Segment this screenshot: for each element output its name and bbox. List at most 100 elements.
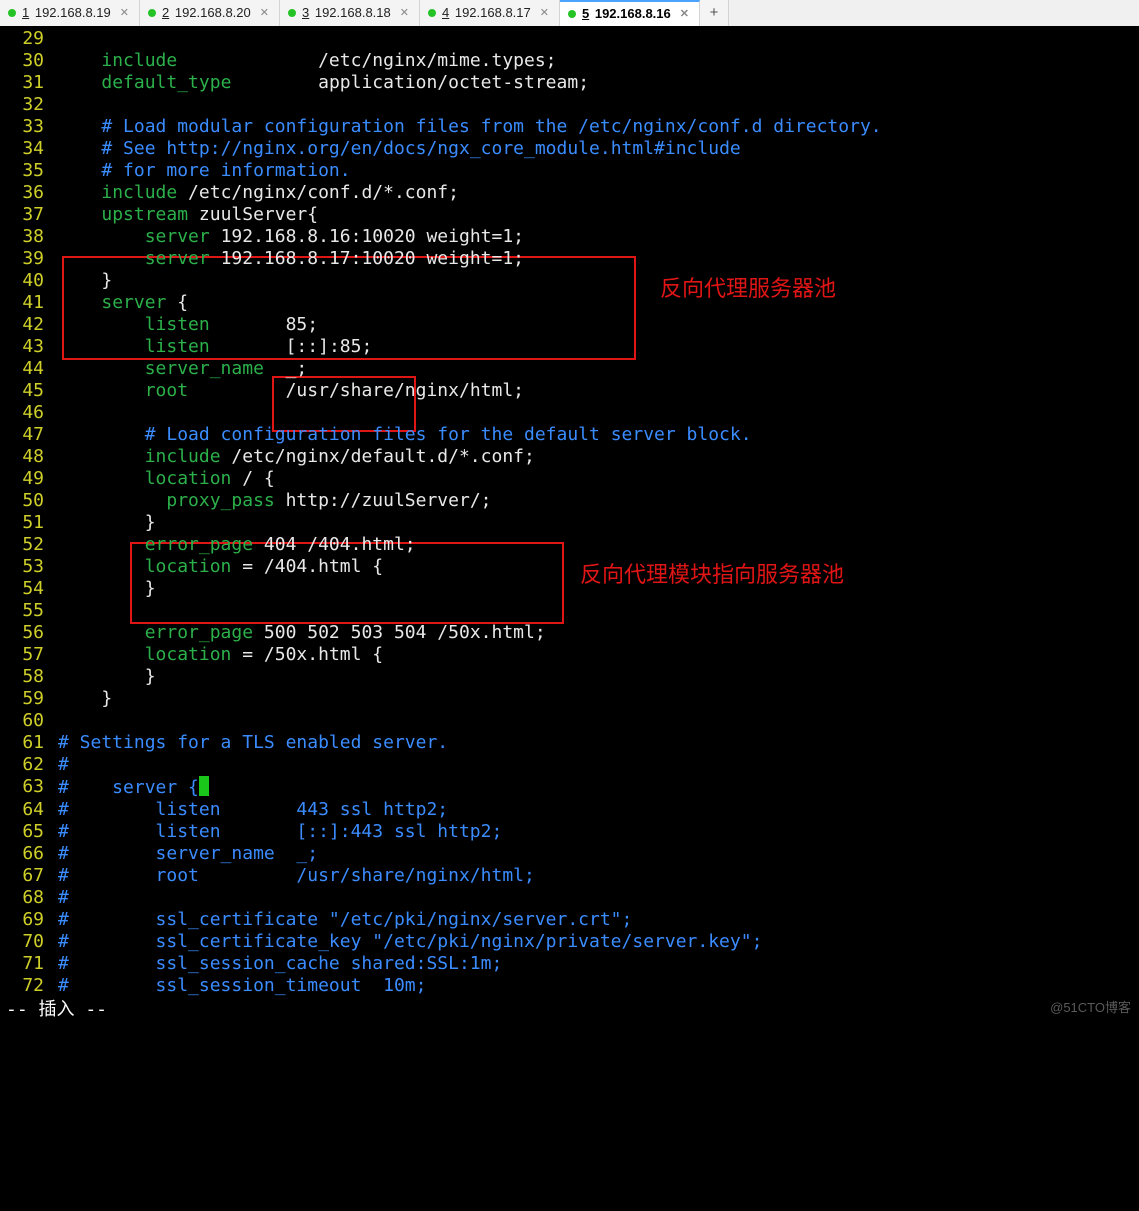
tab-192-168-8-19[interactable]: 1 192.168.8.19✕: [0, 0, 140, 26]
code-content[interactable]: location / {: [58, 468, 1139, 490]
close-icon[interactable]: ✕: [680, 3, 689, 25]
close-icon[interactable]: ✕: [120, 2, 129, 24]
code-content[interactable]: # ssl_session_cache shared:SSL:1m;: [58, 953, 1139, 975]
code-line[interactable]: 41 server {: [0, 292, 1139, 314]
code-line[interactable]: 64# listen 443 ssl http2;: [0, 799, 1139, 821]
code-content[interactable]: server_name _;: [58, 358, 1139, 380]
code-line[interactable]: 34 # See http://nginx.org/en/docs/ngx_co…: [0, 138, 1139, 160]
code-line[interactable]: 36 include /etc/nginx/conf.d/*.conf;: [0, 182, 1139, 204]
code-line[interactable]: 54 }: [0, 578, 1139, 600]
code-content[interactable]: server {: [58, 292, 1139, 314]
code-content[interactable]: # listen [::]:443 ssl http2;: [58, 821, 1139, 843]
code-content[interactable]: server 192.168.8.17:10020 weight=1;: [58, 248, 1139, 270]
code-line[interactable]: 60: [0, 710, 1139, 732]
code-line[interactable]: 40 }: [0, 270, 1139, 292]
code-line[interactable]: 43 listen [::]:85;: [0, 336, 1139, 358]
code-content[interactable]: [58, 28, 1139, 50]
code-content[interactable]: # ssl_certificate "/etc/pki/nginx/server…: [58, 909, 1139, 931]
code-line[interactable]: 65# listen [::]:443 ssl http2;: [0, 821, 1139, 843]
code-line[interactable]: 29: [0, 28, 1139, 50]
code-line[interactable]: 45 root /usr/share/nginx/html;: [0, 380, 1139, 402]
code-line[interactable]: 67# root /usr/share/nginx/html;: [0, 865, 1139, 887]
code-content[interactable]: }: [58, 688, 1139, 710]
close-icon[interactable]: ✕: [400, 2, 409, 24]
code-line[interactable]: 30 include /etc/nginx/mime.types;: [0, 50, 1139, 72]
code-line[interactable]: 62#: [0, 754, 1139, 776]
close-icon[interactable]: ✕: [540, 2, 549, 24]
code-content[interactable]: # ssl_session_timeout 10m;: [58, 975, 1139, 997]
code-content[interactable]: location = /404.html {: [58, 556, 1139, 578]
code-content[interactable]: # Load modular configuration files from …: [58, 116, 1139, 138]
code-content[interactable]: # listen 443 ssl http2;: [58, 799, 1139, 821]
code-content[interactable]: }: [58, 512, 1139, 534]
code-line[interactable]: 50 proxy_pass http://zuulServer/;: [0, 490, 1139, 512]
code-content[interactable]: location = /50x.html {: [58, 644, 1139, 666]
code-line[interactable]: 59 }: [0, 688, 1139, 710]
code-content[interactable]: [58, 710, 1139, 732]
code-line[interactable]: 66# server_name _;: [0, 843, 1139, 865]
code-line[interactable]: 56 error_page 500 502 503 504 /50x.html;: [0, 622, 1139, 644]
code-line[interactable]: 49 location / {: [0, 468, 1139, 490]
code-content[interactable]: # server_name _;: [58, 843, 1139, 865]
code-line[interactable]: 70# ssl_certificate_key "/etc/pki/nginx/…: [0, 931, 1139, 953]
tab-192-168-8-18[interactable]: 3 192.168.8.18✕: [280, 0, 420, 26]
code-content[interactable]: listen 85;: [58, 314, 1139, 336]
new-tab-button[interactable]: +: [700, 0, 729, 26]
code-content[interactable]: error_page 500 502 503 504 /50x.html;: [58, 622, 1139, 644]
code-content[interactable]: include /etc/nginx/conf.d/*.conf;: [58, 182, 1139, 204]
code-content[interactable]: # Load configuration files for the defau…: [58, 424, 1139, 446]
code-content[interactable]: }: [58, 270, 1139, 292]
code-content[interactable]: error_page 404 /404.html;: [58, 534, 1139, 556]
code-line[interactable]: 46: [0, 402, 1139, 424]
code-line[interactable]: 61# Settings for a TLS enabled server.: [0, 732, 1139, 754]
code-content[interactable]: # server {: [58, 776, 1139, 799]
code-line[interactable]: 57 location = /50x.html {: [0, 644, 1139, 666]
code-line[interactable]: 68#: [0, 887, 1139, 909]
code-content[interactable]: # root /usr/share/nginx/html;: [58, 865, 1139, 887]
code-content[interactable]: #: [58, 887, 1139, 909]
code-content[interactable]: # See http://nginx.org/en/docs/ngx_core_…: [58, 138, 1139, 160]
code-line[interactable]: 72# ssl_session_timeout 10m;: [0, 975, 1139, 997]
code-line[interactable]: 37 upstream zuulServer{: [0, 204, 1139, 226]
code-line[interactable]: 63# server {: [0, 776, 1139, 799]
code-line[interactable]: 33 # Load modular configuration files fr…: [0, 116, 1139, 138]
code-line[interactable]: 52 error_page 404 /404.html;: [0, 534, 1139, 556]
code-content[interactable]: # ssl_certificate_key "/etc/pki/nginx/pr…: [58, 931, 1139, 953]
code-line[interactable]: 69# ssl_certificate "/etc/pki/nginx/serv…: [0, 909, 1139, 931]
close-icon[interactable]: ✕: [260, 2, 269, 24]
code-line[interactable]: 71# ssl_session_cache shared:SSL:1m;: [0, 953, 1139, 975]
code-content[interactable]: include /etc/nginx/default.d/*.conf;: [58, 446, 1139, 468]
code-content[interactable]: }: [58, 578, 1139, 600]
code-content[interactable]: # for more information.: [58, 160, 1139, 182]
code-line[interactable]: 58 }: [0, 666, 1139, 688]
code-line[interactable]: 55: [0, 600, 1139, 622]
code-content[interactable]: #: [58, 754, 1139, 776]
code-content[interactable]: root /usr/share/nginx/html;: [58, 380, 1139, 402]
code-line[interactable]: 47 # Load configuration files for the de…: [0, 424, 1139, 446]
tab-192-168-8-17[interactable]: 4 192.168.8.17✕: [420, 0, 560, 26]
code-line[interactable]: 39 server 192.168.8.17:10020 weight=1;: [0, 248, 1139, 270]
code-content[interactable]: [58, 402, 1139, 424]
code-line[interactable]: 32: [0, 94, 1139, 116]
code-content[interactable]: proxy_pass http://zuulServer/;: [58, 490, 1139, 512]
tab-192-168-8-16[interactable]: 5 192.168.8.16✕: [560, 0, 700, 26]
code-line[interactable]: 53 location = /404.html {: [0, 556, 1139, 578]
code-content[interactable]: [58, 94, 1139, 116]
editor-pane[interactable]: 反向代理服务器池 反向代理模块指向服务器池 2930 include /etc/…: [0, 26, 1139, 1023]
code-line[interactable]: 35 # for more information.: [0, 160, 1139, 182]
code-content[interactable]: listen [::]:85;: [58, 336, 1139, 358]
code-line[interactable]: 38 server 192.168.8.16:10020 weight=1;: [0, 226, 1139, 248]
code-line[interactable]: 42 listen 85;: [0, 314, 1139, 336]
code-line[interactable]: 51 }: [0, 512, 1139, 534]
code-content[interactable]: [58, 600, 1139, 622]
code-content[interactable]: include /etc/nginx/mime.types;: [58, 50, 1139, 72]
code-content[interactable]: server 192.168.8.16:10020 weight=1;: [58, 226, 1139, 248]
code-line[interactable]: 48 include /etc/nginx/default.d/*.conf;: [0, 446, 1139, 468]
code-content[interactable]: # Settings for a TLS enabled server.: [58, 732, 1139, 754]
code-line[interactable]: 31 default_type application/octet-stream…: [0, 72, 1139, 94]
code-line[interactable]: 44 server_name _;: [0, 358, 1139, 380]
code-content[interactable]: upstream zuulServer{: [58, 204, 1139, 226]
code-content[interactable]: default_type application/octet-stream;: [58, 72, 1139, 94]
tab-192-168-8-20[interactable]: 2 192.168.8.20✕: [140, 0, 280, 26]
code-content[interactable]: }: [58, 666, 1139, 688]
